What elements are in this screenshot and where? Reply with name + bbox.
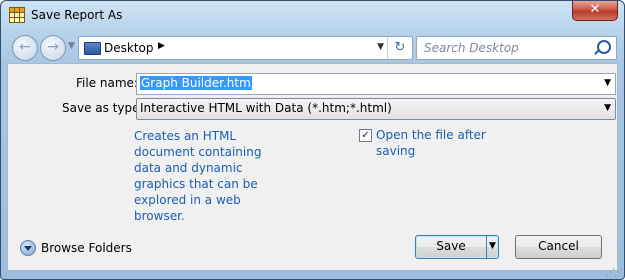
resize-grip-icon[interactable]: ⋰⋰: [606, 268, 623, 278]
file-name-field[interactable]: Graph Builder.htm ▼: [136, 73, 616, 95]
split-divider: [486, 236, 487, 258]
history-dropdown-icon[interactable]: ▼: [68, 41, 75, 51]
breadcrumb-arrow-icon[interactable]: ▶: [158, 41, 165, 51]
expand-chevron-icon[interactable]: [20, 240, 36, 256]
save-type-value[interactable]: Interactive HTML with Data (*.htm;*.html…: [140, 101, 392, 115]
address-location[interactable]: Desktop: [104, 41, 154, 55]
close-button[interactable]: ✕: [572, 1, 618, 21]
save-dialog: Save Report As ✕ ← → ▼ Desktop ▶ ▼ ↻ Sea…: [0, 0, 625, 280]
file-name-dropdown-icon[interactable]: ▼: [604, 78, 611, 88]
desktop-folder-icon: [84, 42, 101, 55]
cancel-button[interactable]: Cancel: [515, 235, 602, 259]
dialog-body: File name: Graph Builder.htm ▼ Save as t…: [7, 63, 618, 271]
app-table-icon: [9, 7, 25, 23]
search-icon[interactable]: [597, 40, 611, 54]
save-type-label: Save as type:: [62, 101, 144, 115]
title-bar[interactable]: Save Report As ✕: [1, 1, 624, 31]
save-type-dropdown-icon[interactable]: ▼: [604, 103, 611, 113]
file-name-label: File name:: [76, 76, 138, 90]
address-bar[interactable]: Desktop ▶ ▼ ↻: [78, 36, 413, 60]
open-after-checkbox[interactable]: ✓: [359, 129, 372, 142]
browse-folders-button[interactable]: Browse Folders: [41, 241, 132, 255]
forward-button[interactable]: →: [40, 35, 66, 61]
window-title: Save Report As: [31, 8, 123, 22]
forward-arrow-icon: →: [47, 39, 59, 55]
save-options-dropdown-icon[interactable]: ▼: [489, 236, 496, 257]
back-button[interactable]: ←: [12, 35, 38, 61]
address-dropdown-icon[interactable]: ▼: [377, 42, 384, 52]
close-icon: ✕: [589, 2, 601, 17]
back-arrow-icon: ←: [19, 39, 31, 55]
search-box[interactable]: Search Desktop: [416, 36, 617, 60]
save-button[interactable]: Save ▼: [415, 235, 499, 259]
navigation-bar: ← → ▼ Desktop ▶ ▼ ↻ Search Desktop: [1, 31, 624, 63]
search-input[interactable]: Search Desktop: [424, 41, 519, 55]
save-button-label: Save: [436, 239, 466, 253]
format-description: Creates an HTML document containing data…: [134, 129, 262, 223]
file-name-value[interactable]: Graph Builder.htm: [140, 76, 252, 90]
save-type-select[interactable]: Interactive HTML with Data (*.htm;*.html…: [136, 98, 616, 120]
refresh-button[interactable]: ↻: [387, 37, 412, 59]
open-after-label[interactable]: Open the file after saving: [376, 127, 496, 159]
